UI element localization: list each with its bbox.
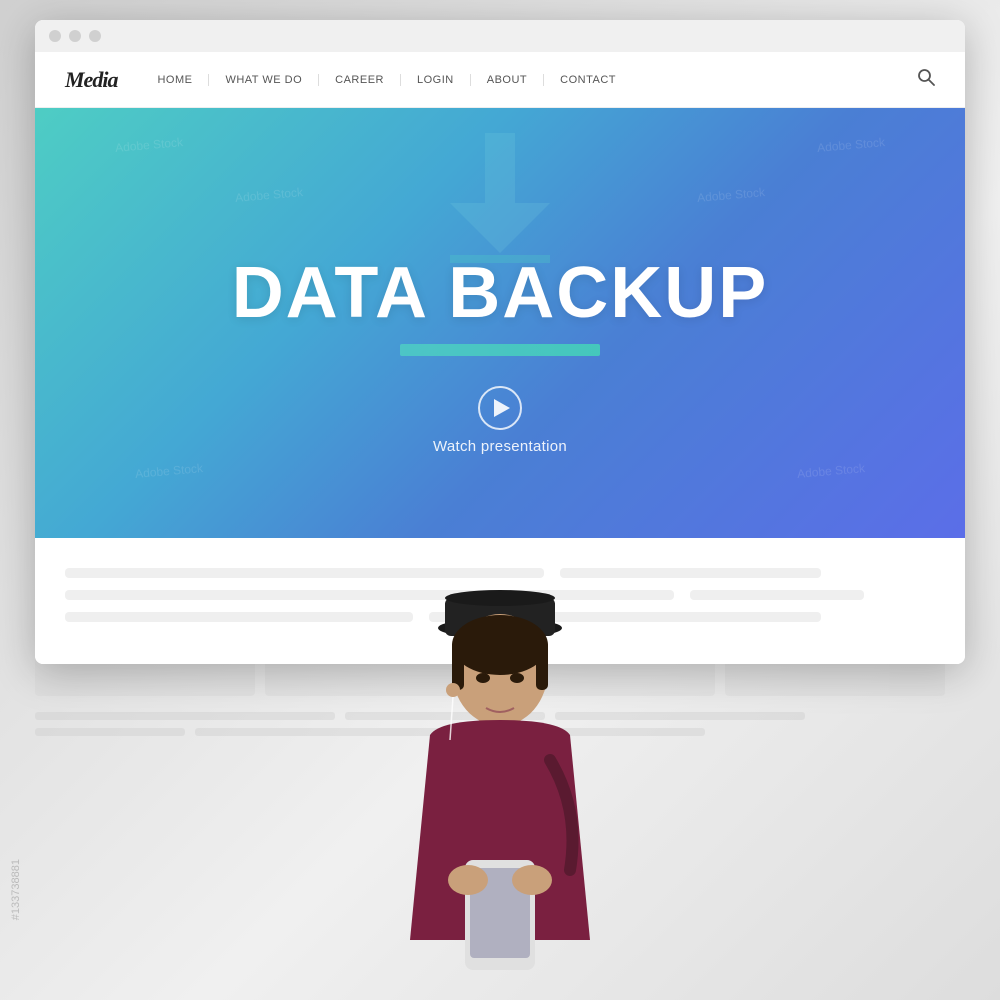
content-block-4 bbox=[690, 590, 864, 600]
navigation-bar: Media HOME WHAT WE DO CAREER LOGIN ABOUT… bbox=[35, 52, 965, 108]
hero-accent-bar bbox=[400, 344, 600, 356]
browser-dot-green bbox=[89, 30, 101, 42]
logo[interactable]: Media bbox=[65, 67, 117, 93]
browser-chrome bbox=[35, 20, 965, 52]
play-circle bbox=[478, 386, 522, 430]
nav-link-login[interactable]: LOGIN bbox=[401, 74, 471, 86]
play-icon bbox=[494, 399, 510, 417]
hero-section: Adobe Stock Adobe Stock Adobe Stock Adob… bbox=[35, 108, 965, 538]
nav-link-home[interactable]: HOME bbox=[157, 74, 209, 86]
stock-watermark: #133738881 bbox=[10, 859, 22, 920]
browser-dot-red bbox=[49, 30, 61, 42]
watch-presentation-button[interactable]: Watch presentation bbox=[433, 386, 567, 455]
nav-link-career[interactable]: CAREER bbox=[319, 74, 401, 86]
search-icon[interactable] bbox=[917, 68, 935, 91]
nav-links: HOME WHAT WE DO CAREER LOGIN ABOUT CONTA… bbox=[157, 74, 917, 86]
nav-link-contact[interactable]: CONTACT bbox=[544, 74, 632, 86]
nav-link-about[interactable]: ABOUT bbox=[471, 74, 544, 86]
nav-link-what-we-do[interactable]: WHAT WE DO bbox=[209, 74, 319, 86]
browser-dot-yellow bbox=[69, 30, 81, 42]
hero-title: DATA BACKUP bbox=[232, 252, 769, 334]
download-icon bbox=[430, 123, 570, 268]
person-photo bbox=[350, 560, 650, 1000]
watch-presentation-label: Watch presentation bbox=[433, 438, 567, 455]
